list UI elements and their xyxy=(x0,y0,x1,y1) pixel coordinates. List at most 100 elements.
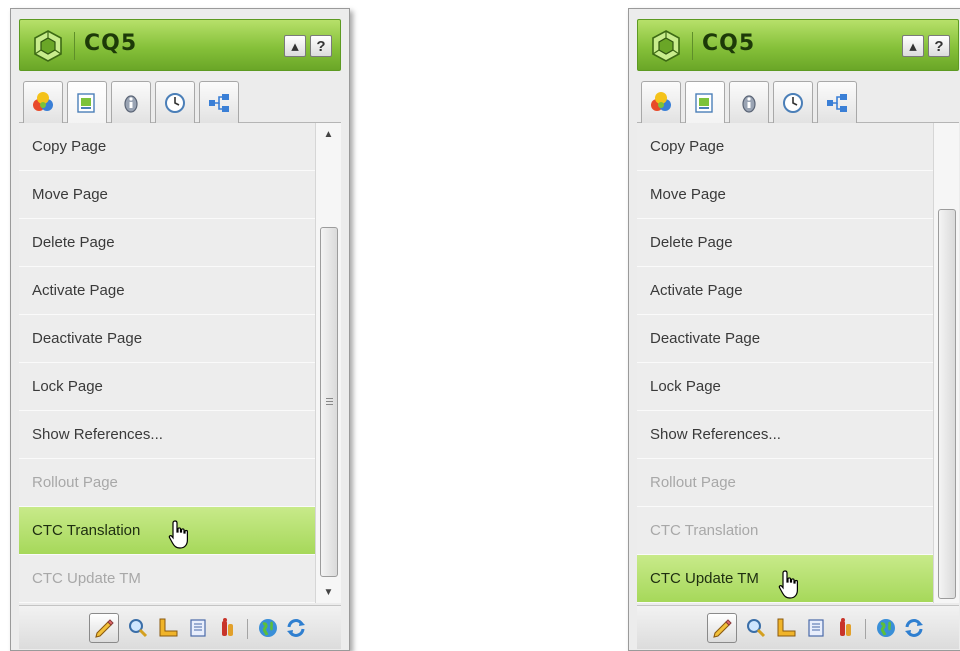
menu-item-label: CTC Translation xyxy=(32,522,141,539)
design-icon xyxy=(159,618,178,637)
menu-item-ctc-translation[interactable]: CTC Translation xyxy=(19,507,315,555)
tab-workflow[interactable] xyxy=(199,81,239,123)
components-icon xyxy=(33,91,53,111)
mode-toolbar xyxy=(19,605,341,649)
app-title: CQ5 xyxy=(702,31,756,56)
tab-components[interactable] xyxy=(23,81,63,123)
header-divider xyxy=(692,32,693,60)
menu-item-show-references[interactable]: Show References... xyxy=(637,411,933,459)
client-context-icon xyxy=(840,618,851,636)
preview-mode-button[interactable] xyxy=(125,615,151,641)
sidekick-panel-left: CQ5 ▴ ? Copy Page Move Page Delete Page … xyxy=(10,8,350,651)
menu-item-rollout-page: Rollout Page xyxy=(637,459,933,507)
menu-item-deactivate-page[interactable]: Deactivate Page xyxy=(637,315,933,363)
websites-icon xyxy=(259,619,277,637)
information-icon xyxy=(124,94,138,113)
websites-icon xyxy=(877,619,895,637)
header-divider xyxy=(74,32,75,60)
refresh-icon xyxy=(287,619,305,637)
preview-icon xyxy=(129,619,148,638)
menu-item-deactivate-page[interactable]: Deactivate Page xyxy=(19,315,315,363)
scrollbar[interactable]: ▲ ▼ xyxy=(315,123,341,603)
versioning-icon xyxy=(165,92,185,113)
menu-item-delete-page[interactable]: Delete Page xyxy=(19,219,315,267)
client-context-icon xyxy=(222,618,233,636)
scroll-up-icon[interactable]: ▲ xyxy=(316,123,341,145)
information-icon xyxy=(742,94,756,113)
edit-icon xyxy=(713,619,732,638)
scrollbar[interactable] xyxy=(933,123,959,603)
page-icon xyxy=(77,93,95,113)
scaffolding-mode-button[interactable] xyxy=(185,615,211,641)
design-icon xyxy=(777,618,796,637)
menu-item-activate-page[interactable]: Activate Page xyxy=(19,267,315,315)
app-title: CQ5 xyxy=(84,31,138,56)
help-button[interactable]: ? xyxy=(310,35,332,57)
cq5-logo-icon xyxy=(652,30,680,62)
menu-item-show-references[interactable]: Show References... xyxy=(19,411,315,459)
tab-components[interactable] xyxy=(641,81,681,123)
edit-icon xyxy=(95,619,114,638)
menu-item-ctc-update-tm: CTC Update TM xyxy=(19,555,315,603)
tab-page[interactable] xyxy=(685,81,725,124)
scrollbar-thumb[interactable] xyxy=(320,227,338,577)
menu-item-lock-page[interactable]: Lock Page xyxy=(637,363,933,411)
tab-workflow[interactable] xyxy=(817,81,857,123)
design-mode-button[interactable] xyxy=(773,615,799,641)
design-mode-button[interactable] xyxy=(155,615,181,641)
tab-versioning[interactable] xyxy=(773,81,813,123)
menu-item-label: CTC Update TM xyxy=(650,570,759,587)
collapse-button[interactable]: ▴ xyxy=(284,35,306,57)
preview-mode-button[interactable] xyxy=(743,615,769,641)
page-actions-list: Copy Page Move Page Delete Page Activate… xyxy=(19,123,315,603)
preview-icon xyxy=(747,619,766,638)
tab-page[interactable] xyxy=(67,81,107,124)
workflow-icon xyxy=(209,93,229,112)
hand-cursor-icon xyxy=(778,570,798,599)
edit-mode-button[interactable] xyxy=(89,613,119,643)
menu-item-ctc-translation: CTC Translation xyxy=(637,507,933,555)
menu-item-lock-page[interactable]: Lock Page xyxy=(19,363,315,411)
menu-item-copy-page[interactable]: Copy Page xyxy=(19,123,315,171)
cq5-logo-icon xyxy=(34,30,62,62)
client-context-button[interactable] xyxy=(833,615,859,641)
menu-item-delete-page[interactable]: Delete Page xyxy=(637,219,933,267)
scaffolding-mode-button[interactable] xyxy=(803,615,829,641)
help-button[interactable]: ? xyxy=(928,35,950,57)
tab-information[interactable] xyxy=(729,81,769,123)
page-icon xyxy=(695,93,713,113)
menu-item-move-page[interactable]: Move Page xyxy=(637,171,933,219)
toolbar-divider xyxy=(865,619,866,639)
menu-item-rollout-page: Rollout Page xyxy=(19,459,315,507)
client-context-button[interactable] xyxy=(215,615,241,641)
components-icon xyxy=(651,91,671,111)
refresh-button[interactable] xyxy=(901,615,927,641)
sidekick-header[interactable]: CQ5 ▴ ? xyxy=(637,19,959,71)
collapse-button[interactable]: ▴ xyxy=(902,35,924,57)
menu-item-ctc-update-tm[interactable]: CTC Update TM xyxy=(637,555,933,603)
versioning-icon xyxy=(783,92,803,113)
refresh-button[interactable] xyxy=(283,615,309,641)
workflow-icon xyxy=(827,93,847,112)
hand-cursor-icon xyxy=(168,520,188,549)
websites-button[interactable] xyxy=(255,615,281,641)
toolbar-divider xyxy=(247,619,248,639)
sidekick-tabs xyxy=(637,79,959,124)
sidekick-panel-right: CQ5 ▴ ? Copy Page Move Page Delete Page … xyxy=(628,8,960,651)
sidekick-tabs xyxy=(19,79,341,124)
mode-toolbar xyxy=(637,605,959,649)
menu-item-copy-page[interactable]: Copy Page xyxy=(637,123,933,171)
edit-mode-button[interactable] xyxy=(707,613,737,643)
grip-icon xyxy=(326,398,333,405)
scaffolding-icon xyxy=(808,619,824,637)
menu-item-move-page[interactable]: Move Page xyxy=(19,171,315,219)
scaffolding-icon xyxy=(190,619,206,637)
websites-button[interactable] xyxy=(873,615,899,641)
scrollbar-thumb[interactable] xyxy=(938,209,956,599)
tab-versioning[interactable] xyxy=(155,81,195,123)
scroll-down-icon[interactable]: ▼ xyxy=(316,581,341,603)
menu-item-activate-page[interactable]: Activate Page xyxy=(637,267,933,315)
tab-information[interactable] xyxy=(111,81,151,123)
page-actions-list: Copy Page Move Page Delete Page Activate… xyxy=(637,123,933,603)
sidekick-header[interactable]: CQ5 ▴ ? xyxy=(19,19,341,71)
